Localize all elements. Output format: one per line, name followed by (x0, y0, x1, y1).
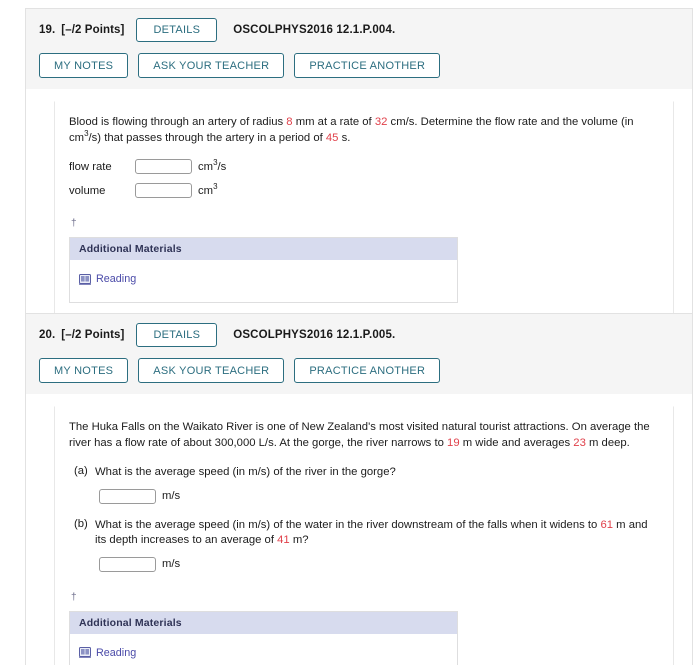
part-a-answer-input[interactable] (99, 488, 156, 504)
unit-base: cm (198, 184, 214, 197)
question-card-19: 19. [–/2 Points] DETAILS OSCOLPHYS2016 1… (25, 8, 693, 345)
additional-materials-20: Additional Materials Reading (69, 610, 458, 665)
part-letter-a: (a) (74, 465, 88, 477)
part-a: (a) What is the average speed (in m/s) o… (69, 465, 659, 504)
problem-text-segment: /s) that passes through the artery in a … (88, 131, 326, 144)
value-depth-b: 41 (277, 534, 290, 546)
question-points: [–/2 Points] (61, 23, 125, 36)
part-content-b: What is the average speed (in m/s) of th… (95, 518, 659, 572)
answer-row-flow-rate: flow rate cm3/s (69, 158, 659, 174)
part-text-segment: What is the average speed (in m/s) of th… (95, 518, 601, 531)
value-rate: 32 (374, 116, 388, 128)
value-width: 19 (447, 436, 460, 449)
problem-statement-19: Blood is flowing through an artery of ra… (69, 115, 659, 146)
question-body-20: The Huka Falls on the Waikato River is o… (26, 394, 692, 665)
question-meta-row-20: 20. [–/2 Points] DETAILS OSCOLPHYS2016 1… (26, 322, 692, 347)
problem-text-segment: s. (338, 131, 351, 144)
problem-text-segment: m wide and averages (459, 436, 574, 449)
question-inner-panel-20: The Huka Falls on the Waikato River is o… (54, 406, 674, 665)
additional-materials-header: Additional Materials (70, 611, 457, 634)
question-meta-row-19: 19. [–/2 Points] DETAILS OSCOLPHYS2016 1… (26, 17, 692, 42)
part-b-answer-input[interactable] (99, 556, 156, 572)
part-letter-b: (b) (74, 517, 88, 530)
part-question-a: What is the average speed (in m/s) of th… (95, 466, 396, 478)
question-code: OSCOLPHYS2016 12.1.P.004. (233, 23, 396, 36)
details-button[interactable]: DETAILS (136, 17, 218, 42)
details-button[interactable]: DETAILS (136, 322, 218, 347)
answer-label-volume: volume (69, 184, 106, 197)
part-a-unit: m/s (162, 490, 181, 502)
part-answer-b: m/s (95, 556, 659, 572)
question-inner-panel-19: Blood is flowing through an artery of ra… (54, 101, 674, 326)
value-width-b: 61 (600, 518, 614, 531)
problem-statement-20: The Huka Falls on the Waikato River is o… (69, 420, 659, 451)
my-notes-button[interactable]: MY NOTES (39, 358, 129, 383)
reading-link[interactable]: Reading (79, 273, 136, 285)
additional-materials-body: Reading (70, 634, 457, 665)
volume-input[interactable] (135, 183, 192, 198)
answer-label-flow-rate: flow rate (69, 160, 112, 173)
reading-link-label: Reading (96, 273, 137, 285)
part-answer-a: m/s (95, 488, 659, 504)
unit-base: cm (198, 160, 214, 173)
unit-exponent: 3 (213, 181, 218, 191)
my-notes-button[interactable]: MY NOTES (39, 53, 129, 78)
practice-another-button[interactable]: PRACTICE ANOTHER (294, 358, 441, 383)
assignment-page: 19. [–/2 Points] DETAILS OSCOLPHYS2016 1… (0, 0, 700, 665)
part-b-unit: m/s (162, 558, 181, 570)
flow-rate-input[interactable] (135, 159, 192, 174)
question-body-19: Blood is flowing through an artery of ra… (26, 89, 692, 344)
part-text-segment: m? (289, 534, 309, 546)
reading-link[interactable]: Reading (79, 647, 136, 659)
additional-materials-body: Reading (70, 260, 457, 302)
book-icon (79, 273, 91, 285)
question-header-19: 19. [–/2 Points] DETAILS OSCOLPHYS2016 1… (26, 9, 692, 89)
book-icon (79, 647, 91, 658)
question-points: [–/2 Points] (61, 328, 125, 341)
question-actions-19: MY NOTES ASK YOUR TEACHER PRACTICE ANOTH… (26, 41, 692, 78)
additional-materials-header: Additional Materials (70, 238, 457, 260)
question-actions-20: MY NOTES ASK YOUR TEACHER PRACTICE ANOTH… (26, 346, 692, 383)
unit-tail: /s (217, 160, 227, 173)
unit-volume: cm3 (198, 181, 218, 197)
question-header-20: 20. [–/2 Points] DETAILS OSCOLPHYS2016 1… (26, 314, 692, 394)
problem-text-segment: Blood is flowing through an artery of ra… (69, 116, 287, 128)
problem-text-segment: mm at a rate of (292, 116, 375, 128)
part-question-b: What is the average speed (in m/s) of th… (95, 518, 659, 549)
unit-flow-rate: cm3/s (198, 158, 227, 173)
question-number: 19. (39, 23, 56, 36)
ask-your-teacher-button[interactable]: ASK YOUR TEACHER (138, 358, 285, 383)
answer-fields-19: flow rate cm3/s volume cm3 (69, 158, 659, 198)
part-content-a: What is the average speed (in m/s) of th… (95, 465, 659, 504)
problem-text-segment: m deep. (585, 436, 630, 449)
practice-another-button[interactable]: PRACTICE ANOTHER (294, 53, 441, 78)
value-depth: 23 (573, 436, 586, 449)
ask-your-teacher-button[interactable]: ASK YOUR TEACHER (138, 53, 285, 78)
footnote-dagger: † (71, 591, 77, 603)
part-b: (b) What is the average speed (in m/s) o… (69, 518, 659, 572)
value-period: 45 (325, 131, 339, 144)
question-card-20: 20. [–/2 Points] DETAILS OSCOLPHYS2016 1… (25, 313, 693, 665)
additional-materials-19: Additional Materials Reading (69, 237, 458, 303)
footnote-dagger: † (71, 218, 77, 229)
reading-link-label: Reading (96, 646, 137, 659)
question-code: OSCOLPHYS2016 12.1.P.005. (233, 328, 396, 341)
question-number: 20. (39, 328, 56, 341)
answer-row-volume: volume cm3 (69, 181, 659, 198)
